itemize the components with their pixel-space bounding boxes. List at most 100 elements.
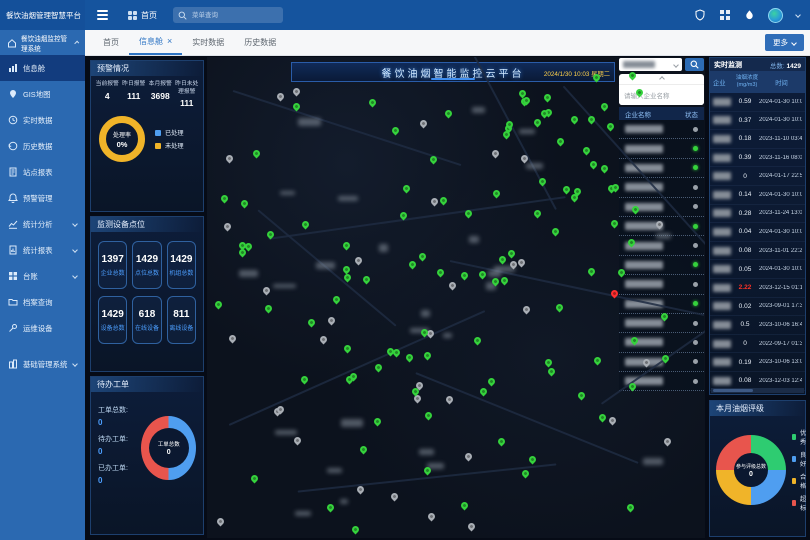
map-marker-online[interactable]	[214, 300, 224, 310]
enterprise-name-input[interactable]	[619, 88, 704, 105]
realtime-row[interactable]: 0.392023-11-16 08:04:00	[710, 149, 805, 168]
map-marker-offline[interactable]	[299, 375, 309, 385]
map-marker-offline[interactable]	[276, 91, 286, 101]
map-marker-online[interactable]	[307, 318, 317, 328]
map-marker-online[interactable]	[533, 118, 543, 128]
map-marker-online[interactable]	[547, 367, 557, 377]
tab-home[interactable]: 首页	[93, 30, 129, 55]
map-marker-offline[interactable]	[225, 154, 235, 164]
map-marker-offline[interactable]	[389, 491, 399, 501]
realtime-row[interactable]: 0.042024-01-30 10:03:00	[710, 223, 805, 242]
enterprise-row[interactable]	[619, 139, 704, 158]
tab-info-cockpit[interactable]: 信息舱×	[129, 30, 182, 55]
map-marker-offline[interactable]	[227, 334, 237, 344]
map-marker-online[interactable]	[544, 358, 554, 368]
map-marker-online[interactable]	[350, 525, 360, 535]
map-marker-online[interactable]	[249, 473, 259, 483]
map-marker-online[interactable]	[478, 386, 488, 396]
sidebar-item-realtime-data[interactable]: 实时数据	[0, 107, 85, 133]
sidebar-item-ledger[interactable]: 台账	[0, 263, 85, 289]
sidebar-item-history-data[interactable]: 历史数据	[0, 133, 85, 159]
map-marker-offline[interactable]	[325, 503, 335, 513]
map-marker-online[interactable]	[551, 226, 561, 236]
map-marker-online[interactable]	[497, 436, 507, 446]
realtime-row[interactable]: 0.182023-11-10 03:45:00	[710, 130, 805, 149]
map-marker-offline[interactable]	[521, 468, 531, 478]
map-marker-offline[interactable]	[521, 305, 531, 315]
map-marker-online[interactable]	[361, 274, 371, 284]
sidebar-item-alert-management[interactable]: 预警管理	[0, 185, 85, 211]
map-marker-online[interactable]	[439, 196, 449, 206]
map-marker-online[interactable]	[342, 241, 352, 251]
scrollbar-thumb[interactable]	[713, 389, 753, 392]
sidebar-item-basic-management[interactable]: 基础管理系统	[0, 351, 85, 377]
map-marker-online[interactable]	[663, 437, 673, 447]
map-marker-offline[interactable]	[423, 411, 433, 421]
menu-search-input[interactable]	[190, 11, 278, 20]
map-marker-online[interactable]	[430, 196, 440, 206]
map-marker-online[interactable]	[402, 184, 412, 194]
avatar[interactable]	[768, 8, 783, 23]
realtime-row[interactable]: 2.222023-12-15 01:11:00	[710, 279, 805, 298]
enterprise-area-select[interactable]	[619, 58, 682, 71]
apps-grid-icon[interactable]	[719, 9, 731, 21]
map-marker-online[interactable]	[542, 93, 552, 103]
hamburger-menu-icon[interactable]	[97, 10, 108, 20]
map-marker-online[interactable]	[223, 222, 233, 232]
realtime-row[interactable]: 02024-01-17 22:53:00	[710, 167, 805, 186]
map-marker-online[interactable]	[220, 193, 230, 203]
map-marker-online[interactable]	[326, 315, 336, 325]
map-marker-online[interactable]	[374, 363, 384, 373]
enterprise-search-button[interactable]	[685, 58, 704, 71]
map-marker-online[interactable]	[581, 146, 591, 156]
map-marker-offline[interactable]	[554, 302, 564, 312]
map-marker-offline[interactable]	[491, 149, 501, 159]
map-marker-offline[interactable]	[500, 275, 510, 285]
enterprise-row[interactable]	[619, 256, 704, 275]
map-marker-offline[interactable]	[608, 416, 618, 426]
map-marker-online[interactable]	[600, 102, 610, 112]
map-marker-offline[interactable]	[436, 268, 446, 278]
map-marker-offline[interactable]	[507, 249, 517, 259]
map-marker-online[interactable]	[472, 335, 482, 345]
map-marker-online[interactable]	[587, 267, 597, 277]
map-marker-online[interactable]	[240, 199, 250, 209]
map-marker-online[interactable]	[407, 260, 417, 270]
map-marker-online[interactable]	[359, 445, 369, 455]
sidebar-item-statistical-analysis[interactable]: 统计分析	[0, 211, 85, 237]
map-marker-online[interactable]	[592, 356, 602, 366]
map-marker-online[interactable]	[605, 122, 615, 132]
map-marker-offline[interactable]	[576, 390, 586, 400]
enterprise-row[interactable]	[619, 120, 704, 139]
realtime-row[interactable]: 0.372024-01-30 10:03:00	[710, 112, 805, 131]
map-marker-online[interactable]	[422, 351, 432, 361]
realtime-row[interactable]: 0.052024-01-30 10:03:00	[710, 260, 805, 279]
enterprise-row[interactable]	[619, 275, 704, 294]
map-marker-online[interactable]	[262, 285, 272, 295]
sidebar-system-group[interactable]: 餐饮油烟监控管理系统	[0, 30, 85, 55]
map-marker-online[interactable]	[598, 413, 608, 423]
map-marker-offline[interactable]	[418, 119, 428, 129]
more-button[interactable]: 更多	[765, 34, 804, 51]
map-marker-offline[interactable]	[293, 436, 303, 446]
map-marker-online[interactable]	[427, 511, 437, 521]
realtime-row[interactable]: 0.142024-01-30 10:03:00	[710, 186, 805, 205]
map-marker-online[interactable]	[443, 108, 453, 118]
map-marker-offline[interactable]	[459, 271, 469, 281]
map-marker-online[interactable]	[527, 455, 537, 465]
map-marker-online[interactable]	[252, 149, 262, 159]
tab-history-data[interactable]: 历史数据	[234, 30, 286, 55]
tab-realtime-data[interactable]: 实时数据	[182, 30, 234, 55]
map-marker-online[interactable]	[319, 334, 329, 344]
map-marker-online[interactable]	[477, 269, 487, 279]
realtime-row[interactable]: 0.52023-10-06 16:44:00	[710, 316, 805, 335]
map-marker-online[interactable]	[600, 164, 610, 174]
map-marker-offline[interactable]	[467, 521, 477, 531]
map-marker-online[interactable]	[372, 417, 382, 427]
realtime-row[interactable]: 0.282023-11-24 13:00:00	[710, 205, 805, 224]
map-marker-online[interactable]	[532, 209, 542, 219]
close-icon[interactable]: ×	[167, 37, 172, 46]
sidebar-item-statistical-report[interactable]: 统计报表	[0, 237, 85, 263]
map-marker-offline[interactable]	[367, 98, 377, 108]
realtime-row[interactable]: 0.082023-11-01 22:25:00	[710, 242, 805, 261]
